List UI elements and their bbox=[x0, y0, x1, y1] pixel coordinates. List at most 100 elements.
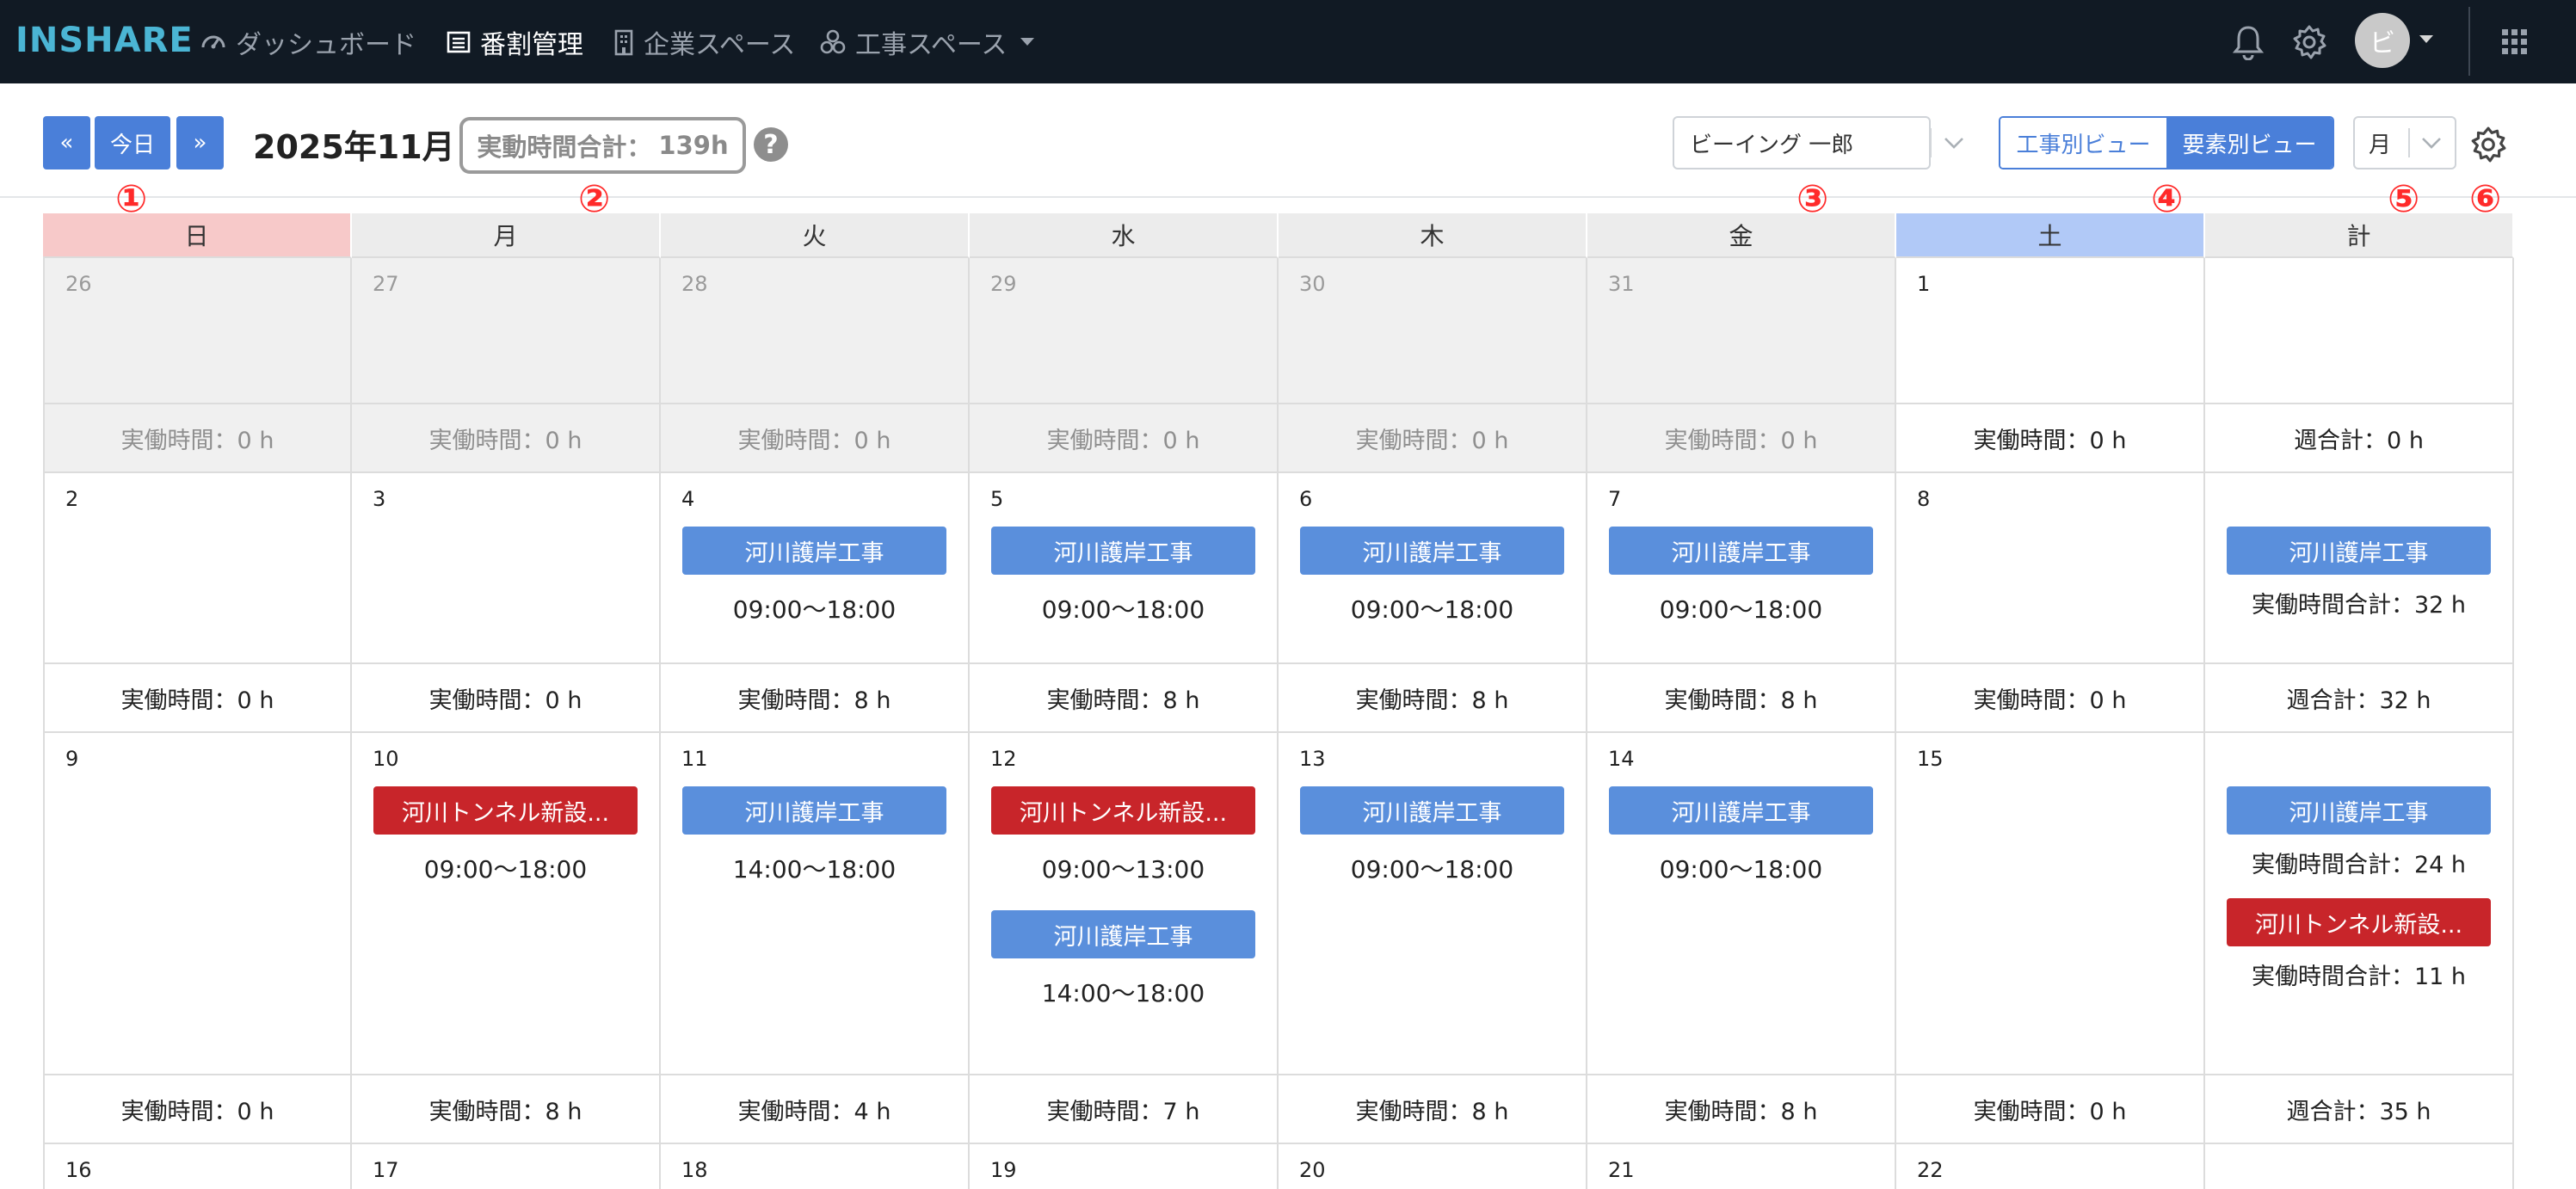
event-chip[interactable]: 河川トンネル新設... bbox=[2227, 898, 2491, 946]
chevron-down-icon[interactable] bbox=[2419, 35, 2433, 43]
calendar-day-cell[interactable]: 15 bbox=[1896, 733, 2205, 1075]
calendar-day-cell[interactable]: 14 河川護岸工事 09:00〜18:00 bbox=[1587, 733, 1896, 1075]
select-divider bbox=[2408, 128, 2410, 157]
week-total-hours: 週合計：0 h bbox=[2205, 404, 2514, 473]
element-view-tab[interactable]: 要素別ビュー bbox=[2166, 118, 2333, 168]
calendar-day-cell[interactable]: 19 bbox=[970, 1144, 1279, 1189]
calendar-day-cell[interactable]: 1 bbox=[1896, 258, 2205, 404]
day-work-hours: 実働時間：0 h bbox=[43, 664, 352, 733]
calendar-day-cell[interactable]: 20 bbox=[1279, 1144, 1587, 1189]
settings-gear-icon[interactable] bbox=[2289, 22, 2329, 62]
week-total-cell: 河川護岸工事 実働時間合計：32 h bbox=[2205, 473, 2514, 664]
event-chip[interactable]: 河川護岸工事 bbox=[2227, 527, 2491, 575]
calendar-day-cell[interactable]: 9 bbox=[43, 733, 352, 1075]
calendar-day-cell[interactable]: 30 bbox=[1279, 258, 1587, 404]
event-chip[interactable]: 河川護岸工事 bbox=[1300, 786, 1564, 835]
weekday-header-sunday: 日 bbox=[43, 213, 352, 258]
nav-item-dashboard[interactable]: ダッシュボード bbox=[200, 0, 416, 83]
calendar-day-cell[interactable]: 18 bbox=[661, 1144, 970, 1189]
calendar-day-cell[interactable]: 13 河川護岸工事 09:00〜18:00 bbox=[1279, 733, 1587, 1075]
day-number: 21 bbox=[1608, 1158, 1635, 1182]
help-icon[interactable]: ? bbox=[754, 127, 788, 162]
event-chip[interactable]: 河川護岸工事 bbox=[682, 786, 946, 835]
month-title: 2025年11月 bbox=[253, 128, 455, 166]
nav-item-label: 企業スペース bbox=[644, 29, 796, 60]
nav-item-company-space[interactable]: 企業スペース bbox=[613, 0, 795, 83]
day-work-hours: 実働時間：8 h bbox=[661, 664, 970, 733]
calendar-day-cell[interactable]: 21 bbox=[1587, 1144, 1896, 1189]
calendar-day-cell[interactable]: 17 bbox=[352, 1144, 661, 1189]
user-select[interactable]: ビーイング 一郎 bbox=[1673, 116, 1963, 169]
user-avatar[interactable]: ビ bbox=[2355, 13, 2410, 68]
nav-item-construction-space[interactable]: 工事スペース bbox=[819, 0, 1035, 83]
day-work-hours: 実働時間：8 h bbox=[352, 1075, 661, 1144]
calendar-week-row: 16 17 18 19 20 21 22 bbox=[43, 1144, 2514, 1189]
day-work-hours: 実働時間：0 h bbox=[352, 404, 661, 473]
today-button[interactable]: 今日 bbox=[95, 116, 170, 169]
day-work-hours: 実働時間：8 h bbox=[1587, 664, 1896, 733]
day-number: 17 bbox=[373, 1158, 399, 1182]
calendar-day-cell[interactable]: 11 河川護岸工事 14:00〜18:00 bbox=[661, 733, 970, 1075]
week-total-list: 河川護岸工事実働時間合計：24 h 河川トンネル新設... 実働時間合計：11 h bbox=[2227, 786, 2491, 1001]
notification-bell-icon[interactable] bbox=[2228, 22, 2268, 62]
day-number: 15 bbox=[1917, 747, 1944, 771]
prev-month-button[interactable]: « bbox=[43, 116, 90, 169]
calendar-day-cell[interactable]: 28 bbox=[661, 258, 970, 404]
calendar-day-cell[interactable]: 12 河川トンネル新設... 09:00〜13:00 河川護岸工事 14:00〜18:0… bbox=[970, 733, 1279, 1075]
calendar-day-cell[interactable]: 22 bbox=[1896, 1144, 2205, 1189]
cluster-icon bbox=[820, 29, 846, 53]
calendar-day-cell[interactable]: 10 河川トンネル新設... 09:00〜18:00 bbox=[352, 733, 661, 1075]
day-number: 8 bbox=[1917, 487, 1931, 511]
event-chip[interactable]: 河川護岸工事 bbox=[682, 527, 946, 575]
event-hours-total: 実働時間合計：24 h bbox=[2251, 851, 2467, 878]
weekday-header-tuesday: 火 bbox=[661, 213, 970, 258]
calendar-day-cell[interactable]: 5 河川護岸工事 09:00〜18:00 bbox=[970, 473, 1279, 664]
day-work-hours: 実働時間：0 h bbox=[43, 404, 352, 473]
event-time: 09:00〜13:00 bbox=[1041, 855, 1205, 884]
event-time: 09:00〜18:00 bbox=[423, 855, 588, 884]
period-select[interactable]: 月 bbox=[2353, 116, 2456, 169]
event-time: 09:00〜18:00 bbox=[732, 595, 897, 624]
event-chip[interactable]: 河川トンネル新設... bbox=[373, 786, 638, 835]
calendar-day-cell[interactable]: 7 河川護岸工事 09:00〜18:00 bbox=[1587, 473, 1896, 664]
day-number: 12 bbox=[990, 747, 1017, 771]
calendar-day-cell[interactable]: 29 bbox=[970, 258, 1279, 404]
event-chip[interactable]: 河川護岸工事 bbox=[1300, 527, 1564, 575]
calendar-day-cell[interactable]: 26 bbox=[43, 258, 352, 404]
calendar-day-cell[interactable]: 6 河川護岸工事 09:00〜18:00 bbox=[1279, 473, 1587, 664]
event-chip[interactable]: 河川護岸工事 bbox=[991, 910, 1255, 958]
event-spacer bbox=[991, 902, 1255, 910]
calendar-day-cell[interactable]: 31 bbox=[1587, 258, 1896, 404]
nav-item-shift-management[interactable]: 番割管理 bbox=[446, 0, 583, 83]
event-spacer bbox=[2227, 890, 2491, 898]
event-chip[interactable]: 河川護岸工事 bbox=[1609, 786, 1873, 835]
calendar-week-row: 2 3 4 河川護岸工事 09:00〜18:00 5 河川護岸工事 09:00〜18:00 6 河… bbox=[43, 473, 2514, 664]
calendar-settings-gear-icon[interactable] bbox=[2469, 126, 2507, 163]
event-list: 河川護岸工事 09:00〜18:00 bbox=[1609, 786, 1873, 902]
calendar-day-cell[interactable]: 2 bbox=[43, 473, 352, 664]
event-chip[interactable]: 河川護岸工事 bbox=[991, 527, 1255, 575]
calendar-day-cell[interactable]: 4 河川護岸工事 09:00〜18:00 bbox=[661, 473, 970, 664]
day-work-hours: 実働時間：0 h bbox=[1896, 664, 2205, 733]
calendar-day-cell[interactable]: 3 bbox=[352, 473, 661, 664]
event-chip[interactable]: 河川トンネル新設... bbox=[991, 786, 1255, 835]
calendar-day-cell[interactable]: 27 bbox=[352, 258, 661, 404]
day-number: 7 bbox=[1608, 487, 1622, 511]
day-number: 31 bbox=[1608, 272, 1635, 296]
inshare-logo[interactable]: INSHARE bbox=[15, 21, 194, 60]
app-grid-icon[interactable] bbox=[2495, 22, 2535, 62]
day-work-hours: 実働時間：0 h bbox=[352, 664, 661, 733]
calendar-day-cell[interactable]: 16 bbox=[43, 1144, 352, 1189]
nav-item-label: 工事スペース bbox=[855, 29, 1008, 60]
chevron-down-icon bbox=[2420, 118, 2443, 168]
calendar-week-row: 26 27 28 29 30 31 1 bbox=[43, 258, 2514, 404]
event-hours-total: 実働時間合計：11 h bbox=[2251, 963, 2467, 990]
construction-view-tab[interactable]: 工事別ビュー bbox=[2000, 118, 2166, 168]
event-chip[interactable]: 河川護岸工事 bbox=[2227, 786, 2491, 835]
day-number: 16 bbox=[65, 1158, 92, 1182]
calendar-day-cell[interactable]: 8 bbox=[1896, 473, 2205, 664]
day-number: 6 bbox=[1299, 487, 1313, 511]
event-chip[interactable]: 河川護岸工事 bbox=[1609, 527, 1873, 575]
calendar-summary-row: 実働時間：0 h 実働時間：0 h 実働時間：0 h 実働時間：0 h 実働時間：0 h… bbox=[43, 404, 2514, 473]
next-month-button[interactable]: » bbox=[176, 116, 224, 169]
